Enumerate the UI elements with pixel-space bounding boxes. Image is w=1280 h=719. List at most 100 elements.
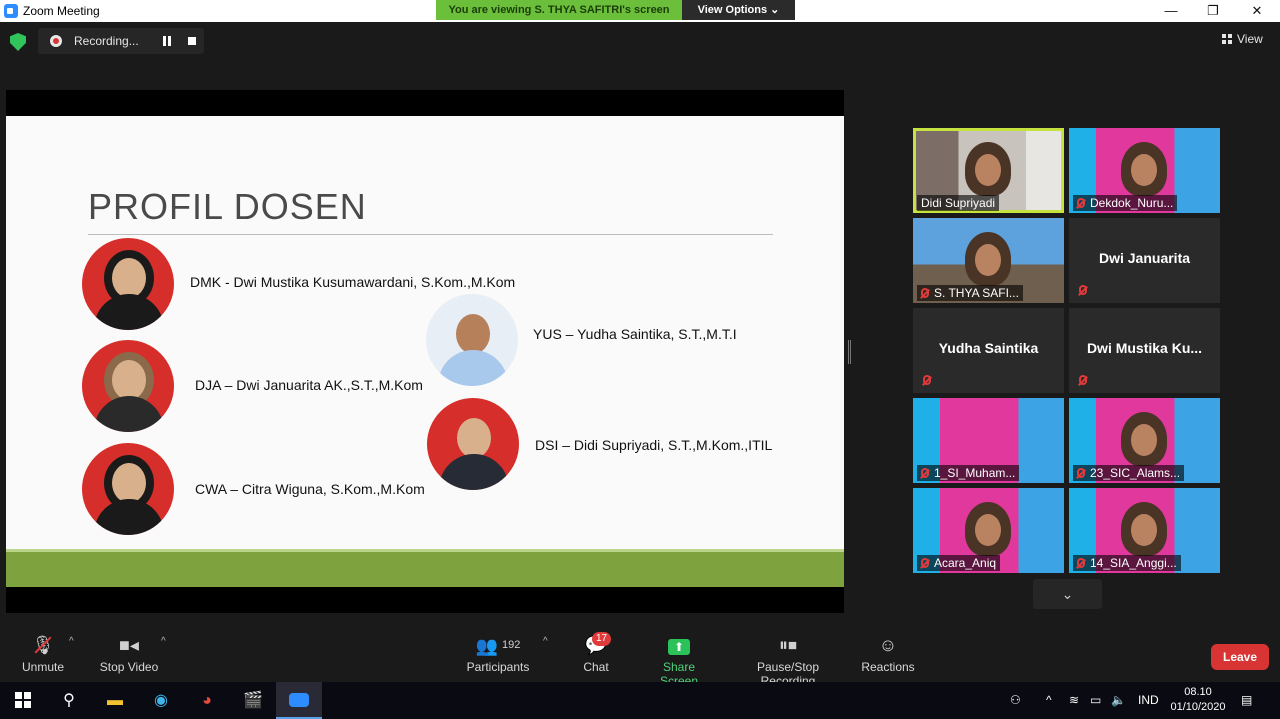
share-screen-button[interactable]: ⬆ Share Screen [644,630,714,688]
participant-video [1121,502,1167,556]
edge-browser-icon: ◉ [154,692,168,709]
clock-time: 08.10 [1184,686,1212,698]
lecturer-label-yus: YUS – Yudha Saintika, S.T.,M.T.I [533,326,737,342]
participant-video [1121,142,1167,196]
lecturer-label-dja: DJA – Dwi Januarita AK.,S.T.,M.Kom [195,377,423,393]
muted-mic-icon [921,558,929,568]
restore-icon: ❐ [1207,3,1219,18]
view-options-label: View Options [697,4,768,16]
lecturer-photo-dmk [82,238,174,330]
clock-date: 01/10/2020 [1170,701,1226,713]
pause-stop-icon: ⏸⏹ [779,635,797,655]
system-clock[interactable]: 08.10 01/10/2020 [1166,685,1230,715]
participants-label: Participants [466,660,530,674]
muted-mic-icon [1077,558,1085,568]
participant-video [1121,412,1167,466]
taskbar-file-explorer[interactable]: ▬ [92,682,138,719]
unmute-button[interactable]: 🎙 Unmute [18,630,68,682]
chat-bubble-icon: 💬17 [578,630,614,660]
participant-name: Dwi Mustika Ku... [1086,340,1203,356]
chat-unread-badge: 17 [592,632,612,646]
muted-mic-icon [1077,198,1085,208]
video-options-caret-icon[interactable]: ^ [161,636,166,647]
window-title: Zoom Meeting [23,4,100,18]
reactions-button[interactable]: ☺ Reactions [861,630,915,682]
lecturer-photo-cwa [82,443,174,535]
search-icon: ⚲ [63,692,75,709]
input-language[interactable]: IND [1138,682,1159,719]
leave-button[interactable]: Leave [1211,644,1269,670]
smiley-plus-icon: ☺ [878,635,898,655]
minimize-icon: — [1164,3,1178,18]
restore-button[interactable]: ❐ [1190,0,1236,22]
wifi-icon[interactable]: ≋ [1069,682,1079,719]
pause-stop-recording-button[interactable]: ⏸⏹ Pause/Stop Recording [730,630,846,688]
zoom-app-icon [4,4,18,18]
meeting-toolbar: 🎙 Unmute ^ ■◂ Stop Video ^ 👥192 Particip… [0,630,1280,688]
gallery-next-page-button[interactable]: ⌄ [1033,579,1102,609]
volume-icon[interactable]: 🔈 [1111,682,1126,719]
video-camera-icon: ■◂ [119,635,139,655]
unmute-label: Unmute [21,660,65,674]
taskbar-video-editor[interactable]: 🎬 [230,682,276,719]
participant-tile[interactable]: S. THYA SAFI... [913,218,1064,303]
participant-name: 1_SI_Muham... [917,465,1020,481]
windows-taskbar: ⚲ ▬ ◉ ◕ 🎬 ⚇ ^ ≋ ▭ 🔈 IND 08.10 01/10/2020… [0,682,1280,719]
lecturer-label-dmk: DMK - Dwi Mustika Kusumawardani, S.Kom.,… [190,274,516,290]
chevron-down-icon: ⌄ [770,4,780,16]
lecturer-photo-dja [82,340,174,432]
participant-name: Dwi Januarita [1098,250,1191,266]
chrome-browser-icon: ◕ [202,692,212,709]
view-options-button[interactable]: View Options ⌄ [682,0,795,20]
participant-video [965,142,1011,196]
participants-caret-icon[interactable]: ^ [543,636,548,647]
chat-button[interactable]: 💬17 Chat [578,630,614,682]
taskbar-chrome[interactable]: ◕ [184,682,230,719]
muted-mic-icon [921,468,929,478]
participants-button[interactable]: 👥 192 Participants [466,630,530,682]
minimize-button[interactable]: — [1148,0,1194,22]
participant-tile[interactable]: Didi Supriyadi [913,128,1064,213]
participants-count: 192 [502,639,521,651]
stop-recording-icon[interactable] [188,37,196,45]
slide-heading: PROFIL DOSEN [88,186,367,227]
people-icon[interactable]: ⚇ [1010,682,1021,719]
battery-icon[interactable]: ▭ [1090,682,1101,719]
close-button[interactable]: ✕ [1234,0,1280,22]
show-hidden-icons-button[interactable]: ^ [1046,682,1052,719]
muted-mic-icon [1077,468,1085,478]
participant-tile[interactable]: 14_SIA_Anggi... [1069,488,1220,573]
start-button[interactable] [0,682,46,719]
windows-logo-icon [15,692,31,708]
recording-indicator: Recording... [38,28,204,54]
action-center-icon[interactable]: ▤ [1241,682,1252,719]
panel-resize-handle[interactable] [848,340,851,364]
participant-name: Dekdok_Nuru... [1073,195,1178,211]
share-screen-arrow-icon: ⬆ [668,639,690,655]
muted-mic-icon [1079,285,1087,295]
participant-name: 23_SIC_Alams... [1073,465,1185,481]
stop-video-label: Stop Video [99,660,159,674]
recording-dot-icon [50,35,62,47]
participants-icon: 👥 192 [475,636,521,656]
lecturer-photo-yus [426,294,518,386]
taskbar-zoom[interactable] [276,682,322,719]
participant-tile[interactable]: 1_SI_Muham... [913,398,1064,483]
participant-tile[interactable]: 23_SIC_Alams... [1069,398,1220,483]
search-button[interactable]: ⚲ [46,682,92,719]
view-button[interactable]: View [1222,32,1263,46]
participant-tile[interactable]: Dwi Mustika Ku... [1069,308,1220,393]
stop-video-button[interactable]: ■◂ Stop Video [96,630,162,682]
audio-options-caret-icon[interactable]: ^ [69,636,74,647]
close-icon: ✕ [1251,3,1263,18]
participant-tile[interactable]: Yudha Saintika [913,308,1064,393]
muted-microphone-icon: 🎙 [18,630,68,660]
participant-tile[interactable]: Acara_Aniq [913,488,1064,573]
participant-tile[interactable]: Dwi Januarita [1069,218,1220,303]
participant-tile[interactable]: Dekdok_Nuru... [1069,128,1220,213]
taskbar-edge[interactable]: ◉ [138,682,184,719]
security-shield-icon[interactable] [10,33,26,51]
participant-video [965,232,1011,286]
lecturer-label-dsi: DSI – Didi Supriyadi, S.T.,M.Kom.,ITIL [535,437,773,453]
pause-recording-icon[interactable] [162,36,172,46]
